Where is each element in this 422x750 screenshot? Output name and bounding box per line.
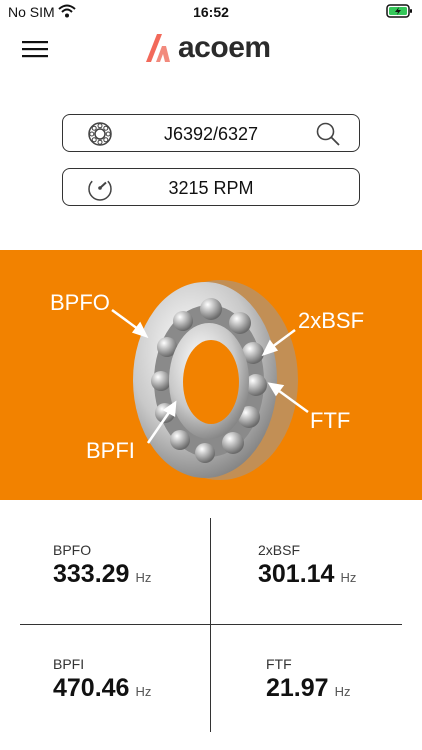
frequency-unit: Hz xyxy=(334,684,351,699)
frequency-label: BPFI xyxy=(53,656,85,672)
app-header: acoem xyxy=(0,24,422,74)
bsf-annotation: 2xBSF xyxy=(298,308,365,333)
grid-divider-vertical xyxy=(210,518,211,732)
frequency-cell-2xbsf: 2xBSF 301.14 Hz xyxy=(258,542,356,589)
frequency-value: 21.97 xyxy=(266,674,329,702)
frequency-label: FTF xyxy=(266,656,292,672)
search-icon[interactable] xyxy=(315,121,341,152)
frequency-value: 333.29 xyxy=(53,560,130,588)
bearing-search-field[interactable]: J6392/6327 xyxy=(62,114,360,152)
clock: 16:52 xyxy=(193,4,229,20)
battery-charging-icon xyxy=(386,4,414,21)
frequency-value: 301.14 xyxy=(258,560,335,588)
frequency-value: 470.46 xyxy=(53,674,130,702)
frequency-cell-ftf: FTF 21.97 Hz xyxy=(266,656,350,703)
status-bar: No SIM 16:52 xyxy=(0,0,422,24)
bearing-diagram: BPFO 2xBSF FTF BPFI xyxy=(0,250,422,500)
frequency-value-row: 470.46 Hz xyxy=(53,674,151,703)
frequency-label: 2xBSF xyxy=(258,542,301,558)
frequency-value-row: 21.97 Hz xyxy=(266,674,350,703)
frequency-unit: Hz xyxy=(340,570,357,585)
frequency-unit: Hz xyxy=(135,684,152,699)
logo-text: acoem xyxy=(178,31,271,64)
ftf-annotation: FTF xyxy=(310,408,351,433)
frequency-cell-bpfo: BPFO 333.29 Hz xyxy=(53,542,151,589)
hamburger-icon xyxy=(22,41,48,58)
rotation-speed: 3215 RPM xyxy=(168,178,254,198)
acoem-logo-mark-icon xyxy=(146,34,170,62)
frequency-cell-bpfi: BPFI 470.46 Hz xyxy=(53,656,151,703)
acoem-logo: acoem xyxy=(142,30,271,66)
speed-field[interactable]: 3215 RPM xyxy=(62,168,360,206)
frequency-value-row: 301.14 Hz xyxy=(258,560,356,589)
menu-button[interactable] xyxy=(20,38,50,60)
frequency-results: BPFO 333.29 Hz 2xBSF 301.14 Hz BPFI 470.46… xyxy=(0,500,422,750)
bpfi-annotation: BPFI xyxy=(86,438,135,463)
frequency-label: BPFO xyxy=(53,542,92,558)
frequency-unit: Hz xyxy=(135,570,152,585)
bpfo-annotation: BPFO xyxy=(50,290,110,315)
grid-divider-horizontal xyxy=(20,624,402,625)
frequency-value-row: 333.29 Hz xyxy=(53,560,151,589)
